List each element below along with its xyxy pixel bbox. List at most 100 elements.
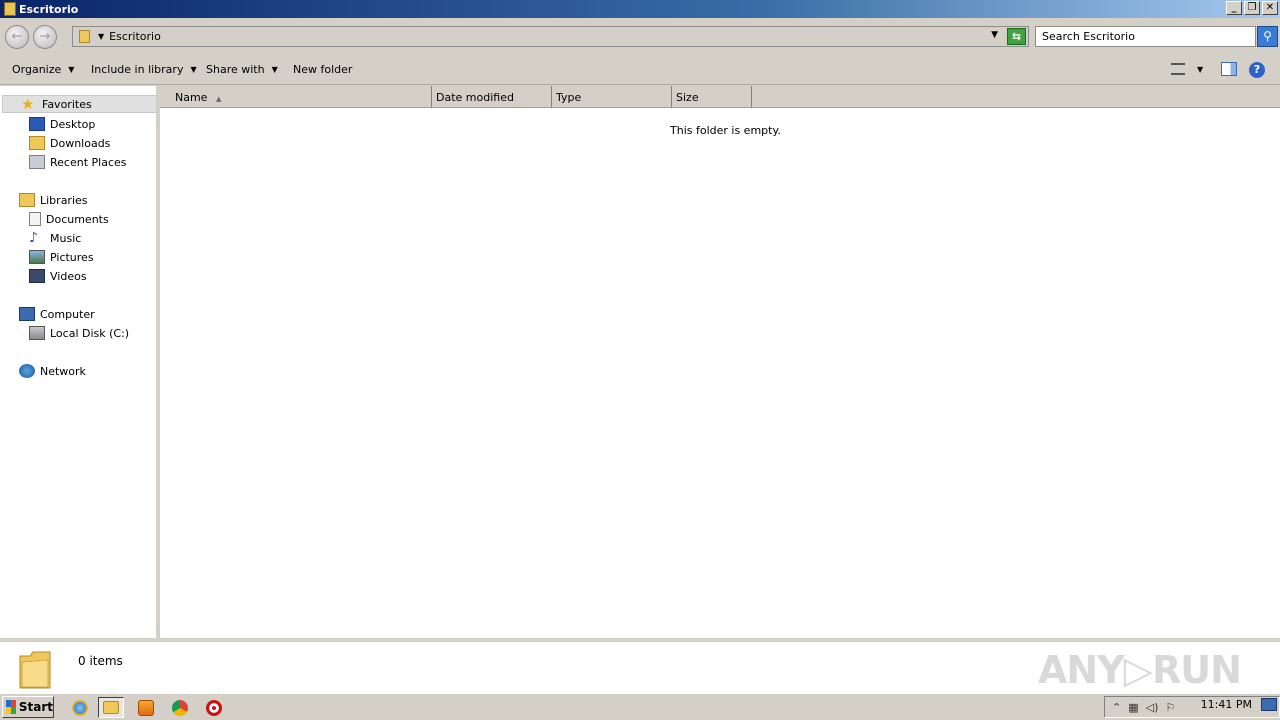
nav-videos[interactable]: Videos: [29, 267, 87, 285]
column-name-label: Name: [175, 91, 208, 104]
taskbar-explorer[interactable]: [98, 697, 124, 718]
forward-button[interactable]: →: [33, 25, 57, 49]
nav-favorites[interactable]: ★ Favorites: [2, 95, 157, 113]
nav-local-disk[interactable]: Local Disk (C:): [29, 324, 129, 342]
navigation-pane: ★ Favorites Desktop Downloads Recent Pla…: [0, 86, 157, 638]
chevron-down-icon: ▼: [1197, 65, 1204, 74]
nav-music[interactable]: ♪ Music: [29, 229, 81, 247]
view-options-dropdown[interactable]: ▼: [1197, 62, 1203, 78]
include-in-library-label: Include in library: [91, 63, 184, 76]
explorer-icon: [103, 701, 119, 714]
network-tray-icon[interactable]: ▦: [1128, 701, 1138, 714]
new-folder-button[interactable]: New folder: [293, 63, 352, 76]
pictures-icon: [29, 250, 45, 264]
close-button[interactable]: ✕: [1262, 1, 1278, 15]
command-bar: Organize ▼ Include in library ▼ Share with…: [0, 55, 1280, 85]
nav-music-label: Music: [50, 231, 82, 245]
documents-icon: [29, 212, 41, 226]
chrome-icon: [172, 699, 188, 716]
chevron-down-icon: ▼: [190, 65, 197, 74]
search-icon: ⚲: [1263, 29, 1272, 43]
preview-pane-icon: [1221, 62, 1237, 76]
nav-libraries[interactable]: Libraries: [19, 191, 88, 209]
arrow-left-icon: ←: [11, 29, 23, 44]
start-button[interactable]: Start: [2, 696, 54, 718]
libraries-icon: [19, 193, 35, 207]
back-button[interactable]: ←: [5, 25, 29, 49]
anyrun-watermark: ANY▷RUN: [1038, 648, 1242, 692]
volume-icon[interactable]: ◁): [1146, 701, 1159, 714]
star-icon: ★: [21, 95, 35, 113]
empty-folder-message: This folder is empty.: [670, 124, 781, 137]
nav-local-disk-label: Local Disk (C:): [50, 326, 130, 340]
nav-downloads-label: Downloads: [50, 136, 111, 150]
recent-places-icon: [29, 155, 45, 169]
chevron-down-icon[interactable]: ▼: [98, 32, 104, 41]
opera-icon: [206, 699, 222, 716]
include-in-library-button[interactable]: Include in library ▼: [91, 63, 197, 76]
window-controls: _ ❐ ✕: [1226, 1, 1278, 15]
taskbar-opera[interactable]: [201, 697, 227, 718]
search-button[interactable]: ⚲: [1257, 26, 1278, 47]
music-icon: ♪: [29, 230, 38, 246]
nav-documents[interactable]: Documents: [29, 210, 109, 228]
file-list[interactable]: Name ▲ Date modified Type Size This fold…: [160, 86, 1280, 638]
restore-button[interactable]: ❐: [1244, 1, 1260, 15]
window-title: Escritorio: [19, 2, 79, 16]
new-folder-label: New folder: [293, 63, 353, 76]
address-history-dropdown[interactable]: ▼: [991, 30, 998, 40]
desktop-icon: [29, 117, 45, 131]
refresh-icon: ⇆: [1011, 30, 1022, 43]
organize-button[interactable]: Organize ▼: [12, 63, 74, 76]
title-bar: Escritorio _ ❐ ✕: [0, 0, 1280, 18]
taskbar: Start ⌃ ▦ ◁) ⚐ 11:41 PM: [0, 693, 1280, 720]
breadcrumb[interactable]: Escritorio: [109, 30, 161, 43]
nav-pictures[interactable]: Pictures: [29, 248, 94, 266]
help-button[interactable]: ?: [1249, 62, 1265, 78]
show-desktop-button[interactable]: [1261, 698, 1277, 711]
nav-network[interactable]: Network: [19, 362, 86, 380]
item-count: 0 items: [78, 654, 123, 668]
downloads-icon: [29, 136, 45, 150]
address-bar[interactable]: ▼ Escritorio ▼ ⇆: [72, 26, 1029, 47]
nav-documents-label: Documents: [46, 212, 109, 226]
action-center-flag-icon[interactable]: ⚐: [1165, 701, 1175, 714]
nav-recent-places-label: Recent Places: [50, 155, 127, 169]
minimize-button[interactable]: _: [1226, 1, 1242, 15]
media-player-icon: [138, 699, 154, 716]
nav-computer[interactable]: Computer: [19, 305, 95, 323]
column-header-type[interactable]: Type: [552, 86, 672, 108]
nav-libraries-label: Libraries: [40, 193, 88, 207]
details-pane: 0 items ANY▷RUN: [0, 638, 1280, 693]
internet-explorer-icon: [72, 699, 88, 716]
taskbar-internet-explorer[interactable]: [67, 697, 93, 718]
column-size-label: Size: [676, 91, 699, 104]
refresh-button[interactable]: ⇆: [1007, 28, 1026, 45]
column-header-date-modified[interactable]: Date modified: [432, 86, 552, 108]
preview-pane-button[interactable]: [1221, 62, 1237, 78]
show-hidden-icons-button[interactable]: ⌃: [1112, 701, 1121, 714]
windows-logo-icon: [6, 700, 16, 714]
nav-downloads[interactable]: Downloads: [29, 134, 110, 152]
column-header-name[interactable]: Name ▲: [160, 86, 432, 108]
videos-icon: [29, 269, 45, 283]
computer-icon: [19, 307, 35, 321]
share-with-button[interactable]: Share with ▼: [206, 63, 278, 76]
folder-icon: [4, 2, 16, 16]
nav-recent-places[interactable]: Recent Places: [29, 153, 127, 171]
column-header-row: Name ▲ Date modified Type Size: [160, 86, 1280, 108]
system-tray: ⌃ ▦ ◁) ⚐: [1104, 696, 1280, 718]
nav-desktop[interactable]: Desktop: [29, 115, 95, 133]
taskbar-chrome[interactable]: [167, 697, 193, 718]
nav-pictures-label: Pictures: [50, 250, 94, 264]
folder-icon: [79, 30, 90, 43]
views-icon: [1171, 63, 1185, 75]
taskbar-media-player[interactable]: [133, 697, 159, 718]
column-header-size[interactable]: Size: [672, 86, 752, 108]
hard-disk-icon: [29, 326, 45, 340]
clock[interactable]: 11:41 PM: [1201, 698, 1252, 711]
folder-icon: [19, 651, 51, 689]
chevron-down-icon: ▼: [68, 65, 75, 74]
search-input[interactable]: Search Escritorio: [1035, 26, 1256, 47]
change-view-button[interactable]: [1171, 63, 1185, 79]
